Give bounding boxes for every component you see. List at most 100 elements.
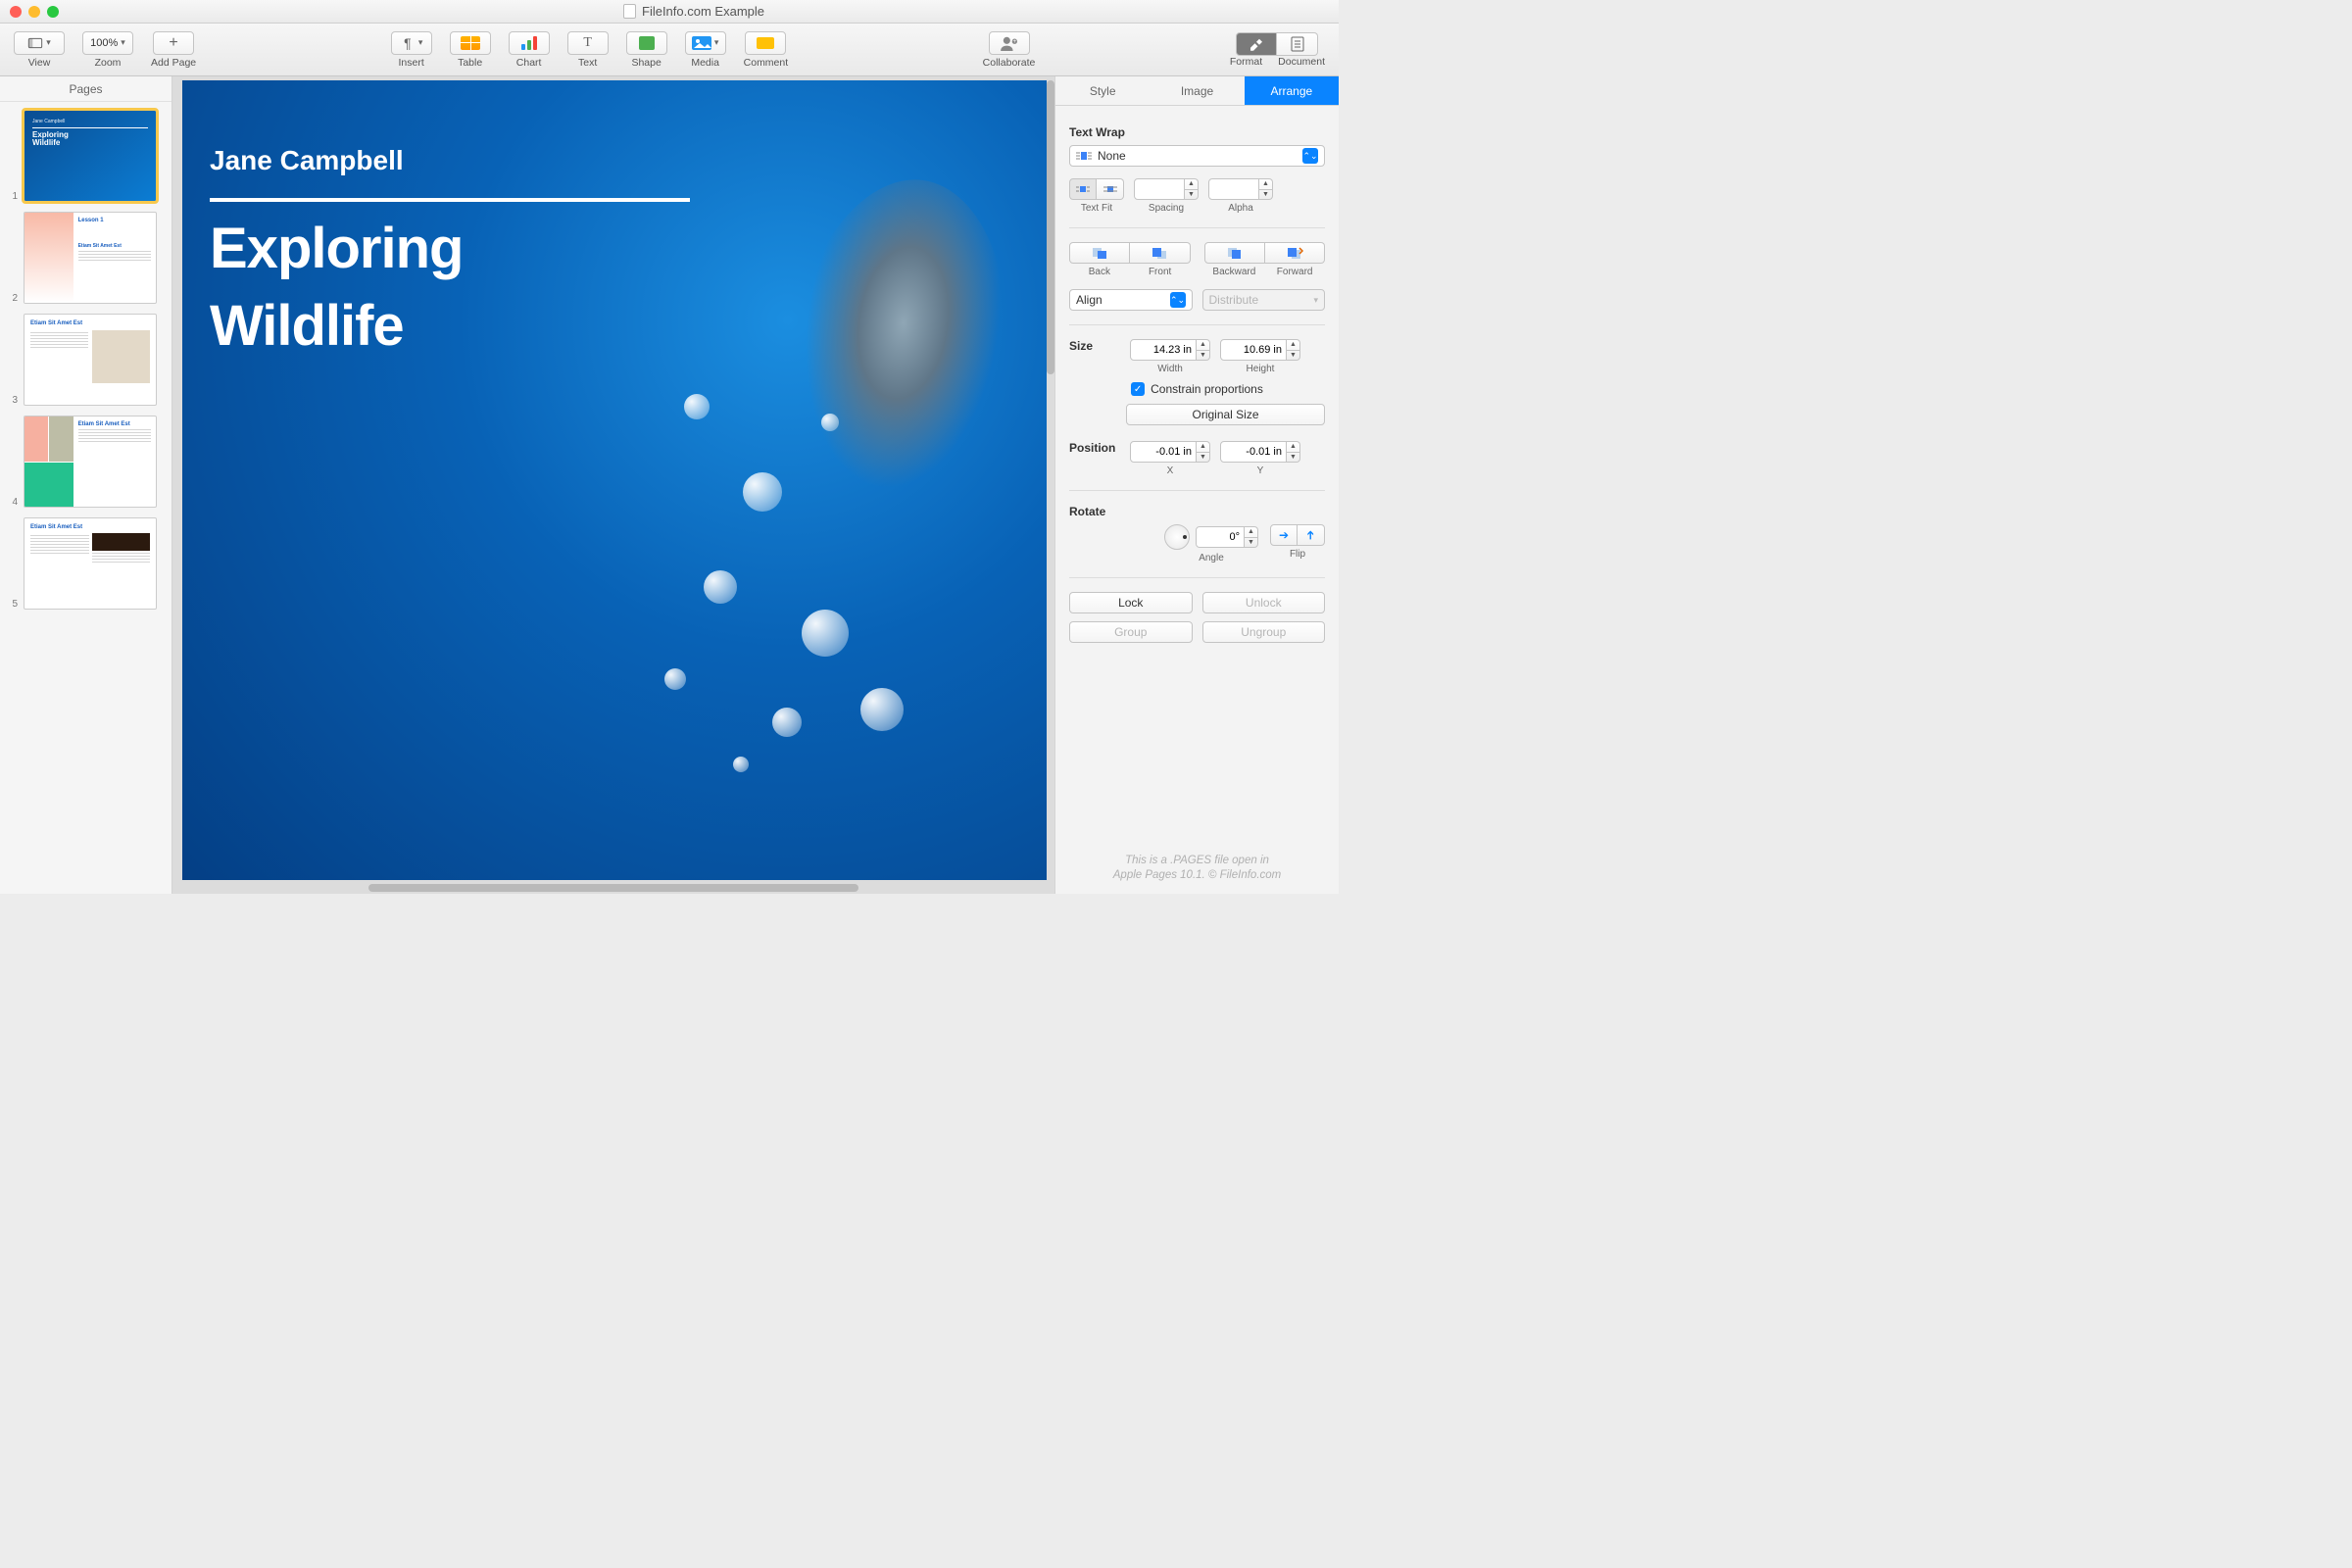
align-value: Align: [1076, 293, 1102, 307]
backward-button[interactable]: [1204, 242, 1265, 264]
brush-icon: [1248, 37, 1265, 51]
angle-input[interactable]: [1196, 526, 1245, 548]
angle-stepper[interactable]: ▲▼: [1196, 526, 1258, 548]
document-icon: [623, 4, 636, 19]
add-page-button[interactable]: +: [153, 31, 194, 55]
page-thumbnails[interactable]: 1 Jane Campbell Exploring Wildlife 2 Les…: [0, 102, 172, 894]
thumb-heading: Etiam Sit Amet Est: [78, 421, 151, 427]
window-title: FileInfo.com Example: [59, 4, 1329, 19]
zoom-window-icon[interactable]: [47, 6, 59, 18]
chart-label: Chart: [516, 57, 542, 69]
close-icon[interactable]: [10, 6, 22, 18]
width-input[interactable]: [1130, 339, 1197, 361]
text-wrap-select[interactable]: None ⌃⌄: [1069, 145, 1325, 167]
page-thumbnail-3[interactable]: Etiam Sit Amet Est: [24, 314, 157, 406]
minimize-icon[interactable]: [28, 6, 40, 18]
tab-style[interactable]: Style: [1055, 76, 1150, 106]
vertical-scrollbar[interactable]: [1047, 80, 1054, 374]
tab-arrange[interactable]: Arrange: [1245, 76, 1339, 106]
group-button[interactable]: Group: [1069, 621, 1193, 643]
bring-front-button[interactable]: [1130, 242, 1190, 264]
page-thumbnail-4[interactable]: Etiam Sit Amet Est: [24, 416, 157, 508]
table-button[interactable]: [450, 31, 491, 55]
unlock-button[interactable]: Unlock: [1202, 592, 1326, 613]
alpha-stepper[interactable]: ▲▼: [1208, 178, 1273, 200]
collaborate-button[interactable]: +: [989, 31, 1030, 55]
distribute-select[interactable]: Distribute ▾: [1202, 289, 1326, 311]
page-thumbnail-2[interactable]: Lesson 1 Etiam Sit Amet Est: [24, 212, 157, 304]
view-button[interactable]: ▾: [14, 31, 65, 55]
chevron-down-icon: ▾: [1313, 295, 1318, 306]
pos-y-label: Y: [1257, 466, 1264, 476]
cover-image-bubbles: [625, 355, 998, 845]
alpha-input[interactable]: [1208, 178, 1259, 200]
sidebar-title: Pages: [0, 76, 172, 102]
position-label: Position: [1069, 441, 1120, 455]
dropdown-arrows-icon: ⌃⌄: [1302, 148, 1318, 164]
flip-horizontal-button[interactable]: ➔: [1270, 524, 1298, 546]
pos-x-input[interactable]: [1130, 441, 1197, 463]
spacing-stepper[interactable]: ▲▼: [1134, 178, 1199, 200]
thumb-title: Exploring Wildlife: [32, 131, 148, 148]
format-button[interactable]: [1236, 32, 1277, 56]
insert-button[interactable]: ¶ ▾: [391, 31, 432, 55]
lock-button[interactable]: Lock: [1069, 592, 1193, 613]
text-fit-over-icon: [1103, 183, 1117, 195]
thumb-subheading: Etiam Sit Amet Est: [78, 243, 151, 249]
width-stepper[interactable]: ▲▼: [1130, 339, 1210, 361]
media-button[interactable]: ▾: [685, 31, 726, 55]
horizontal-scrollbar[interactable]: [368, 884, 858, 892]
tab-image[interactable]: Image: [1150, 76, 1244, 106]
rotate-label: Rotate: [1069, 505, 1325, 518]
zoom-value: 100%: [90, 37, 118, 49]
document-button[interactable]: [1277, 32, 1318, 56]
plus-icon: +: [166, 35, 181, 51]
flip-label: Flip: [1290, 549, 1305, 560]
insert-label: Insert: [399, 57, 424, 69]
page-number: 4: [6, 497, 18, 508]
forward-button[interactable]: [1265, 242, 1325, 264]
chevron-down-icon: ▾: [714, 37, 719, 48]
flip-vertical-button[interactable]: ➔: [1298, 524, 1325, 546]
text-icon: T: [580, 35, 596, 51]
shape-button[interactable]: [626, 31, 667, 55]
text-fit-around[interactable]: [1069, 178, 1097, 200]
media-label: Media: [691, 57, 719, 69]
constrain-checkbox[interactable]: ✓: [1131, 382, 1145, 396]
document-settings-icon: [1291, 36, 1304, 52]
comment-icon: [757, 37, 774, 49]
chevron-down-icon: ▾: [418, 37, 423, 48]
stepper-arrows[interactable]: ▲▼: [1185, 178, 1199, 200]
align-select[interactable]: Align ⌃⌄: [1069, 289, 1193, 311]
text-fit-over[interactable]: [1097, 178, 1124, 200]
constrain-label: Constrain proportions: [1151, 382, 1263, 396]
height-input[interactable]: [1220, 339, 1287, 361]
page-thumbnail-1[interactable]: Jane Campbell Exploring Wildlife: [24, 110, 157, 202]
pages-sidebar: Pages 1 Jane Campbell Exploring Wildlife…: [0, 76, 172, 894]
zoom-button[interactable]: 100% ▾: [82, 31, 133, 55]
ungroup-button[interactable]: Ungroup: [1202, 621, 1326, 643]
svg-text:+: +: [1012, 38, 1016, 45]
flip-h-icon: ➔: [1279, 528, 1289, 542]
angle-dial[interactable]: [1164, 524, 1190, 550]
spacing-input[interactable]: [1134, 178, 1185, 200]
collaborate-icon: +: [999, 35, 1020, 51]
pos-y-input[interactable]: [1220, 441, 1287, 463]
pos-x-stepper[interactable]: ▲▼: [1130, 441, 1210, 463]
document-page[interactable]: Jane Campbell Exploring Wildlife: [182, 80, 1047, 880]
page-thumbnail-5[interactable]: Etiam Sit Amet Est: [24, 517, 157, 610]
original-size-button[interactable]: Original Size: [1126, 404, 1325, 425]
text-label: Text: [578, 57, 597, 69]
format-label: Format: [1230, 56, 1262, 68]
chart-button[interactable]: [509, 31, 550, 55]
stepper-arrows[interactable]: ▲▼: [1259, 178, 1273, 200]
add-page-label: Add Page: [151, 57, 196, 69]
comment-button[interactable]: [745, 31, 786, 55]
height-stepper[interactable]: ▲▼: [1220, 339, 1300, 361]
send-back-button[interactable]: [1069, 242, 1130, 264]
pos-y-stepper[interactable]: ▲▼: [1220, 441, 1300, 463]
inspector-tabs: Style Image Arrange: [1055, 76, 1339, 106]
bring-front-icon: [1151, 246, 1168, 260]
text-button[interactable]: T: [567, 31, 609, 55]
view-label: View: [28, 57, 51, 69]
